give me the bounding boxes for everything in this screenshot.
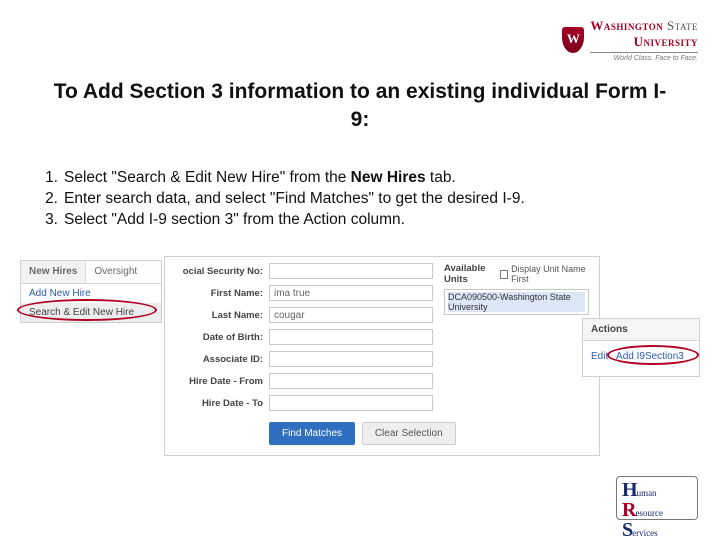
search-form-panel: ocial Security No: First Name: Last Name… [164,256,600,456]
unit-option[interactable]: DCA090500-Washington State University [448,292,585,312]
link-search-edit-new-hire[interactable]: Search & Edit New Hire [21,303,161,322]
label-dob: Date of Birth: [173,332,269,343]
input-first-name[interactable] [269,285,433,301]
checkbox-icon [500,270,508,279]
clear-selection-button[interactable]: Clear Selection [362,422,456,445]
step-list: 1. Select "Search & Edit New Hire" from … [36,168,684,231]
search-form: ocial Security No: First Name: Last Name… [173,263,433,417]
left-nav-panel: New Hires Oversight Add New Hire Search … [20,260,162,323]
find-matches-button[interactable]: Find Matches [269,422,355,445]
display-unit-name-first-checkbox[interactable]: Display Unit Name First [500,264,589,284]
left-tabs: New Hires Oversight [21,261,161,284]
input-hire-from[interactable] [269,373,433,389]
available-units-title: Available Units [444,263,500,285]
label-last-name: Last Name: [173,310,269,321]
brand-tagline: World Class. Face to Face. [590,55,698,62]
tab-oversight[interactable]: Oversight [86,261,145,283]
wordmark-university: University [634,34,698,49]
available-units: Available Units Display Unit Name First … [444,263,589,315]
action-add-i9-section3[interactable]: Add I9Section3 [616,351,684,362]
step-2: 2. Enter search data, and select "Find M… [36,189,684,210]
input-dob[interactable] [269,329,433,345]
wsu-logo: Washington State University World Class.… [562,18,698,62]
label-first-name: First Name: [173,288,269,299]
input-last-name[interactable] [269,307,433,323]
label-associate-id: Associate ID: [173,354,269,365]
tab-new-hires[interactable]: New Hires [21,261,86,283]
wordmark-state: State [667,18,698,33]
label-ssn: ocial Security No: [173,266,269,277]
shield-icon [562,27,584,53]
actions-panel: Actions Edit Add I9Section3 [582,318,700,377]
action-edit[interactable]: Edit [591,351,608,362]
step-3: 3. Select "Add I-9 section 3" from the A… [36,210,684,231]
input-hire-to[interactable] [269,395,433,411]
screenshot-collage: New Hires Oversight Add New Hire Search … [20,256,700,466]
input-associate-id[interactable] [269,351,433,367]
hrs-logo: Human Resource Services [616,476,698,520]
label-hire-to: Hire Date - To [173,398,269,409]
link-add-new-hire[interactable]: Add New Hire [21,284,161,303]
slide-title: To Add Section 3 information to an exist… [0,78,720,135]
label-hire-from: Hire Date - From [173,376,269,387]
input-ssn[interactable] [269,263,433,279]
actions-header: Actions [583,319,699,341]
wordmark-washington: Washington [590,18,663,33]
available-units-list[interactable]: DCA090500-Washington State University [444,289,589,315]
step-1: 1. Select "Search & Edit New Hire" from … [36,168,684,189]
